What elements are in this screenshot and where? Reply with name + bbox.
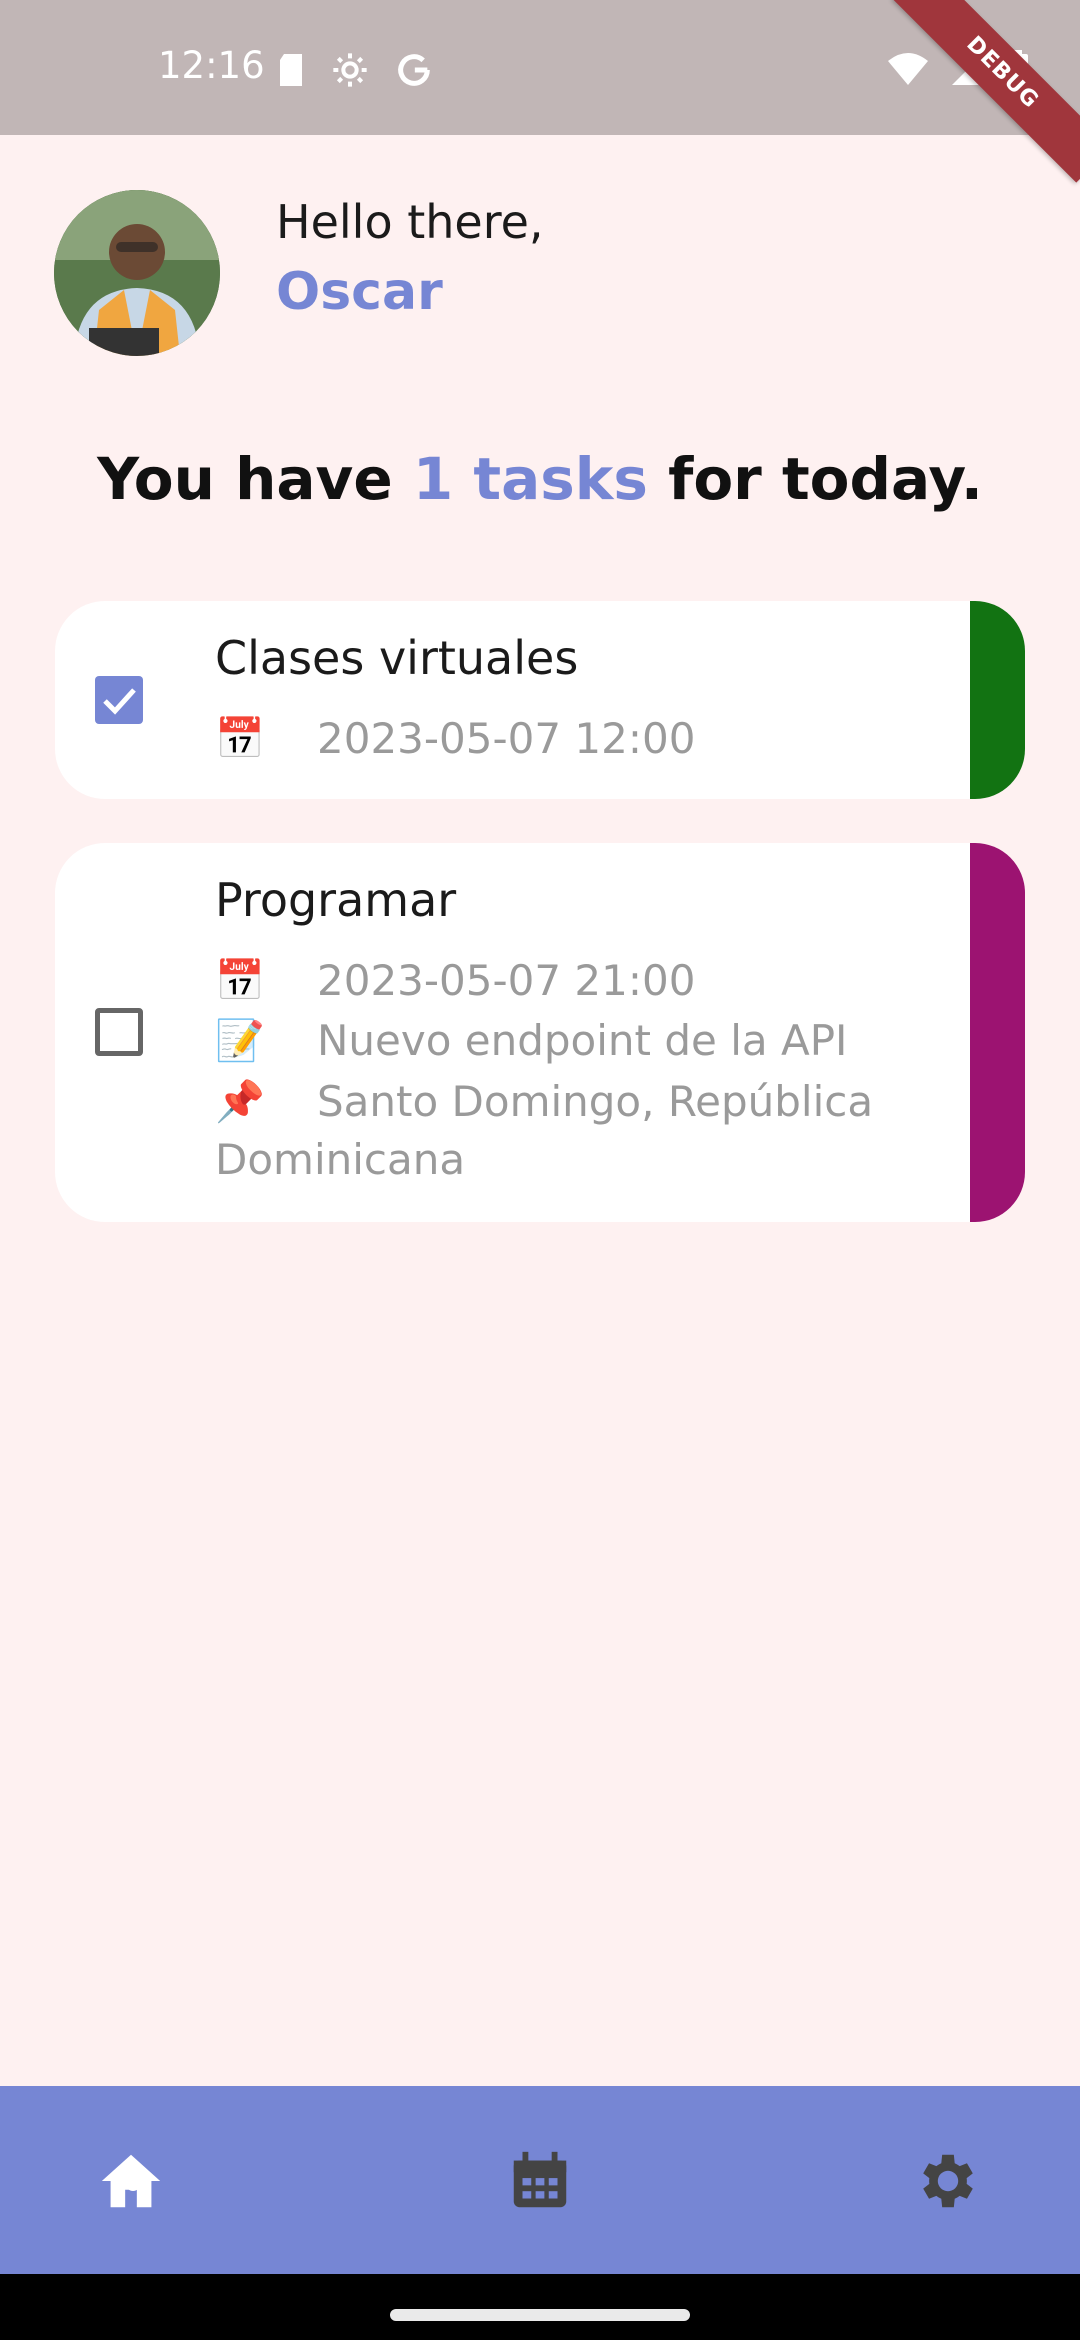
summary-suffix: for today. bbox=[647, 445, 983, 513]
pin-emoji-icon: 📌 bbox=[215, 1079, 265, 1125]
google-icon bbox=[398, 54, 430, 86]
task-date: 2023-05-07 12:00 bbox=[317, 714, 696, 763]
task-location: Santo Domingo, República bbox=[317, 1077, 874, 1126]
task-note: Nuevo endpoint de la API bbox=[317, 1016, 848, 1065]
wifi-icon bbox=[888, 53, 928, 85]
tasks-summary: You have 1 tasks for today. bbox=[0, 445, 1080, 513]
settings-icon[interactable] bbox=[913, 2146, 983, 2216]
avatar[interactable] bbox=[54, 190, 220, 356]
task-checkbox[interactable] bbox=[95, 676, 143, 724]
task-count: 1 tasks bbox=[412, 445, 648, 513]
task-card[interactable]: Clases virtuales 📅 2023-05-07 12:00 bbox=[55, 601, 1025, 799]
sd-card-icon bbox=[280, 54, 302, 86]
system-nav-bar bbox=[0, 2274, 1080, 2340]
task-checkbox[interactable] bbox=[95, 1008, 143, 1056]
task-title: Programar bbox=[215, 873, 457, 927]
task-date-row: 📅 2023-05-07 12:00 bbox=[215, 711, 695, 763]
task-location-row: 📌 Santo Domingo, República bbox=[215, 1074, 873, 1126]
status-time: 12:16 bbox=[158, 44, 265, 87]
user-name: Oscar bbox=[276, 262, 443, 322]
memo-emoji-icon: 📝 bbox=[215, 1018, 265, 1064]
calendar-icon[interactable] bbox=[505, 2146, 575, 2216]
task-date: 2023-05-07 21:00 bbox=[317, 956, 696, 1005]
status-icons-left bbox=[276, 50, 434, 90]
task-color-stripe bbox=[970, 843, 1025, 1222]
calendar-emoji-icon: 📅 bbox=[215, 716, 265, 762]
summary-prefix: You have bbox=[97, 445, 413, 513]
bottom-nav bbox=[0, 2086, 1080, 2274]
home-gesture-pill[interactable] bbox=[390, 2309, 690, 2321]
task-title: Clases virtuales bbox=[215, 631, 579, 685]
task-card[interactable]: Programar 📅 2023-05-07 21:00 📝 Nuevo endpo… bbox=[55, 843, 1025, 1222]
settings-gear-icon bbox=[333, 53, 367, 87]
task-date-row: 📅 2023-05-07 21:00 bbox=[215, 953, 695, 1005]
calendar-emoji-icon: 📅 bbox=[215, 958, 265, 1004]
greeting-text: Hello there, bbox=[276, 195, 544, 249]
task-note-row: 📝 Nuevo endpoint de la API bbox=[215, 1013, 847, 1065]
active-nav-indicator bbox=[126, 2177, 140, 2191]
task-location-continued: Dominicana bbox=[215, 1135, 466, 1184]
task-color-stripe bbox=[970, 601, 1025, 799]
